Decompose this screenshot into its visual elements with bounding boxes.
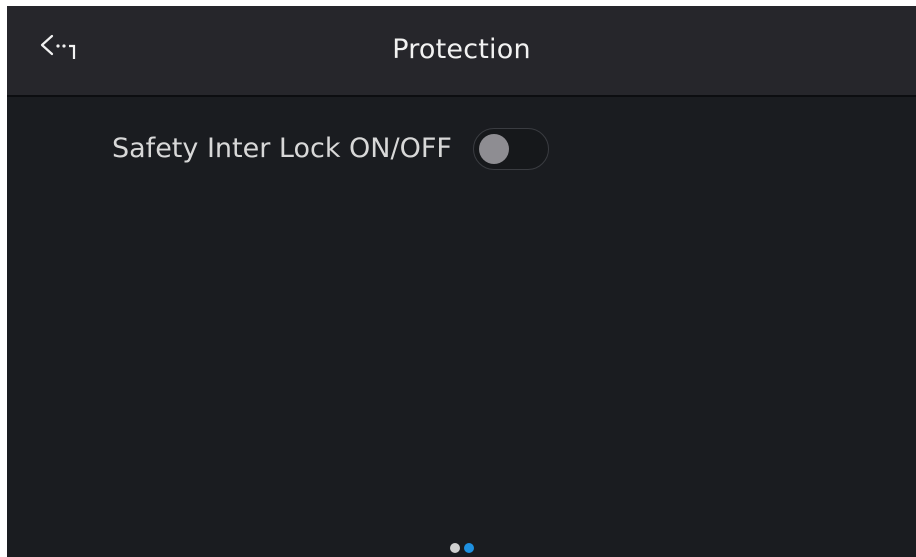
- safety-interlock-row: Safety Inter Lock ON/OFF: [112, 124, 549, 174]
- page-dot-2[interactable]: [463, 543, 474, 553]
- safety-interlock-label: Safety Inter Lock ON/OFF: [112, 133, 452, 164]
- safety-interlock-toggle[interactable]: [472, 128, 549, 170]
- page-title: Protection: [392, 34, 531, 65]
- page-indicator: [7, 543, 916, 553]
- top-bar: Protection: [7, 6, 916, 97]
- toggle-knob: [478, 134, 509, 164]
- protection-screen: Protection Safety Inter Lock ON/OFF: [7, 6, 916, 557]
- page-dot-1[interactable]: [449, 543, 460, 553]
